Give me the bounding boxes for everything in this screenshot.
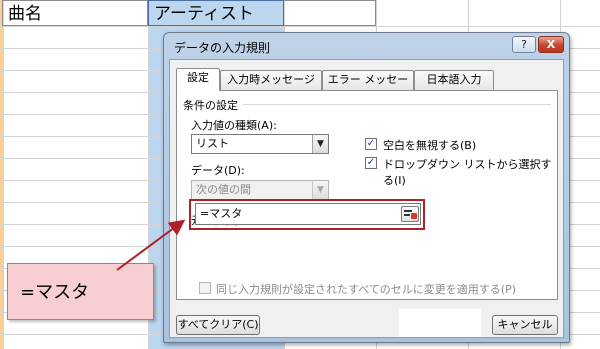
callout-box: =マスタ — [7, 263, 154, 320]
cancel-button[interactable]: キャンセル — [492, 315, 558, 335]
close-button[interactable]: X — [538, 36, 564, 53]
tab-settings[interactable]: 設定 — [176, 68, 220, 91]
tab-input-message[interactable]: 入力時メッセージ — [220, 70, 322, 90]
data-label: データ(D): — [191, 164, 245, 177]
source-highlight-box — [189, 199, 425, 230]
tab-error-message[interactable]: エラー メッセージ — [322, 70, 414, 104]
dialog-title: データの入力規則 — [174, 41, 271, 55]
header-cell-empty[interactable] — [284, 0, 376, 26]
settings-panel: 条件の設定 入力値の種類(A): リスト ▼ データ(D): 次の値の間 ▼ ✓… — [176, 90, 558, 300]
allow-label: 入力値の種類(A): — [191, 119, 277, 132]
apply-all-label[interactable]: 同じ入力規則が設定されたすべてのセルに変更を適用する(P) — [216, 281, 516, 297]
dropdown-checkbox[interactable]: ✓ — [365, 157, 377, 169]
dialog-titlebar[interactable]: データの入力規則 ? X — [164, 33, 569, 59]
allow-select-value: リスト — [196, 137, 229, 150]
ignore-blank-checkbox[interactable]: ✓ — [365, 138, 377, 150]
help-button[interactable]: ? — [512, 36, 536, 53]
header-cell-song-title[interactable]: 曲名 — [2, 0, 148, 26]
chevron-down-icon[interactable]: ▼ — [312, 181, 328, 199]
ignore-blank-label[interactable]: 空白を無視する(B) — [383, 137, 476, 153]
row-header-strip — [0, 0, 4, 349]
header-cell-artist[interactable]: アーティスト — [148, 0, 284, 26]
blank-region — [399, 309, 481, 337]
allow-select[interactable]: リスト ▼ — [191, 134, 329, 154]
chevron-down-icon[interactable]: ▼ — [312, 135, 328, 153]
dropdown-label[interactable]: ドロップダウン リストから選択する(I) — [383, 156, 557, 188]
apply-all-checkbox[interactable] — [199, 282, 211, 294]
clear-all-button[interactable]: すべてクリア(C) — [176, 315, 260, 335]
group-divider — [243, 104, 551, 105]
data-select-value: 次の値の間 — [196, 183, 251, 196]
group-title: 条件の設定 — [183, 99, 238, 112]
grid-line — [0, 26, 600, 27]
tab-japanese-input[interactable]: 日本語入力 — [414, 70, 494, 90]
data-select[interactable]: 次の値の間 ▼ — [191, 180, 329, 200]
